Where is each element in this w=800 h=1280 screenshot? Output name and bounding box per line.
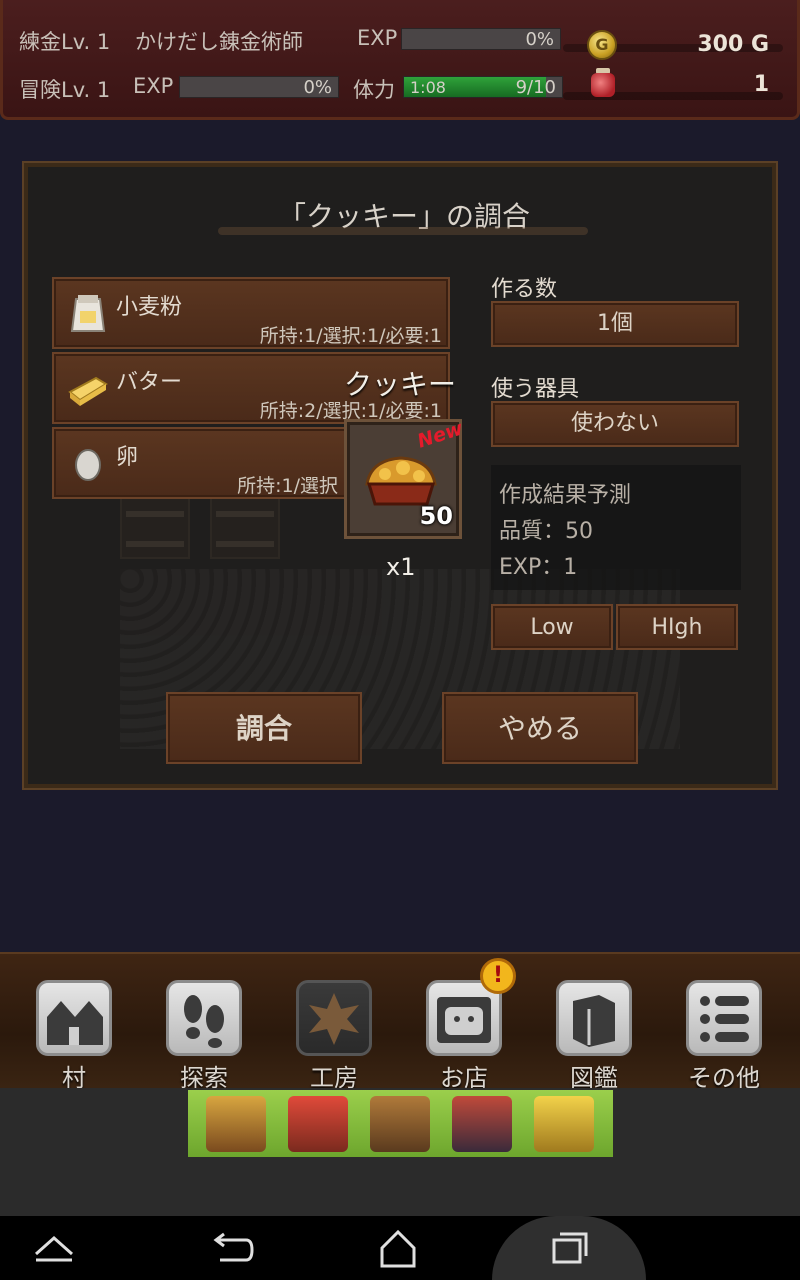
result-quality: 50: [419, 502, 453, 530]
alchemy-exp-value: 0%: [525, 29, 554, 50]
back-icon[interactable]: [200, 1224, 260, 1272]
ingredient-detail: 所持:1/選択:1/必要:1: [259, 325, 442, 347]
workshop-icon: [296, 980, 372, 1056]
prediction-quality: 品質：50: [499, 519, 593, 544]
result-name: クッキー: [344, 368, 457, 401]
quantity-label: 作る数: [491, 277, 558, 302]
nav-explore[interactable]: 探索: [166, 980, 242, 1092]
bottom-nav: 村 探索 工房 ! お店 図鑑 その他: [0, 952, 800, 1092]
crafting-dialog: 「クッキー」の調合 小麦粉 所持:1/選択:1/必要:1 バター 所持:2/選択…: [22, 161, 778, 790]
tool-selector[interactable]: 使わない: [491, 401, 739, 447]
book-icon: [556, 980, 632, 1056]
craft-button[interactable]: 調合: [166, 692, 362, 764]
alchemy-level: 練金Lv. 1: [19, 30, 111, 54]
ad-building-icon: [206, 1096, 266, 1152]
ad-building-icon: [452, 1096, 512, 1152]
gold-coin-icon: G: [587, 30, 617, 60]
cancel-button[interactable]: やめる: [442, 692, 638, 764]
stamina-timer: 1:08: [410, 78, 446, 97]
ingredient-name: 小麦粉: [116, 295, 183, 320]
adventure-level: 冒険Lv. 1: [19, 78, 111, 102]
tool-label: 使う器具: [491, 377, 580, 402]
ingredient-name: 卵: [116, 445, 139, 470]
title-underline: [218, 227, 588, 235]
home-icon[interactable]: [368, 1224, 428, 1272]
adventure-exp-bar: 0%: [179, 76, 339, 98]
potion-jar-icon: [591, 68, 615, 98]
footprints-icon: [166, 980, 242, 1056]
stamina-value: 9/10: [515, 77, 556, 98]
egg-icon: [66, 441, 110, 485]
ad-building-icon: [534, 1096, 594, 1152]
ad-building-icon: [370, 1096, 430, 1152]
flour-bag-icon: [66, 291, 110, 335]
potion-amount: 1: [753, 72, 769, 97]
adventure-exp-label: EXP: [133, 74, 174, 98]
result-card: New 50: [344, 417, 465, 539]
result-count: x1: [386, 553, 416, 581]
recents-icon[interactable]: [540, 1224, 600, 1272]
adventure-exp-value: 0%: [303, 77, 332, 98]
stamina-bar: 1:08 9/10: [403, 76, 563, 98]
prediction-title: 作成結果予測: [499, 483, 632, 508]
prediction-box: 作成結果予測 品質：50 EXP：1: [491, 465, 741, 590]
ad-building-icon: [288, 1096, 348, 1152]
alchemist-title: かけだし錬金術師: [135, 30, 303, 54]
ingredient-detail: 所持:1/選択: [237, 475, 338, 497]
chevron-up-icon[interactable]: [24, 1224, 84, 1272]
nav-encyclopedia[interactable]: 図鑑: [556, 980, 632, 1092]
village-icon: [36, 980, 112, 1056]
ingredient-name: バター: [116, 370, 183, 395]
butter-icon: [66, 366, 110, 410]
nav-workshop[interactable]: 工房: [296, 980, 372, 1092]
alchemy-exp-bar: 0%: [401, 28, 561, 50]
high-button[interactable]: HIgh: [616, 604, 738, 650]
prediction-exp: EXP：1: [499, 555, 578, 580]
gold-amount: 300 G: [697, 32, 769, 57]
ad-banner[interactable]: [188, 1090, 613, 1157]
quantity-selector[interactable]: 1個: [491, 301, 739, 347]
menu-list-icon: [686, 980, 762, 1056]
nav-shop[interactable]: ! お店: [426, 958, 516, 1092]
alert-badge: !: [480, 958, 516, 994]
status-header: 練金Lv. 1 かけだし錬金術師 EXP 0% G 300 G 冒険Lv. 1 …: [0, 0, 800, 120]
game-screen: 練金Lv. 1 かけだし錬金術師 EXP 0% G 300 G 冒険Lv. 1 …: [0, 0, 800, 1280]
alchemy-exp-label: EXP: [357, 26, 398, 50]
low-button[interactable]: Low: [491, 604, 613, 650]
stamina-label: 体力: [353, 78, 395, 102]
ingredient-flour[interactable]: 小麦粉 所持:1/選択:1/必要:1: [52, 277, 450, 349]
nav-village[interactable]: 村: [36, 980, 112, 1092]
nav-other[interactable]: その他: [686, 980, 762, 1092]
